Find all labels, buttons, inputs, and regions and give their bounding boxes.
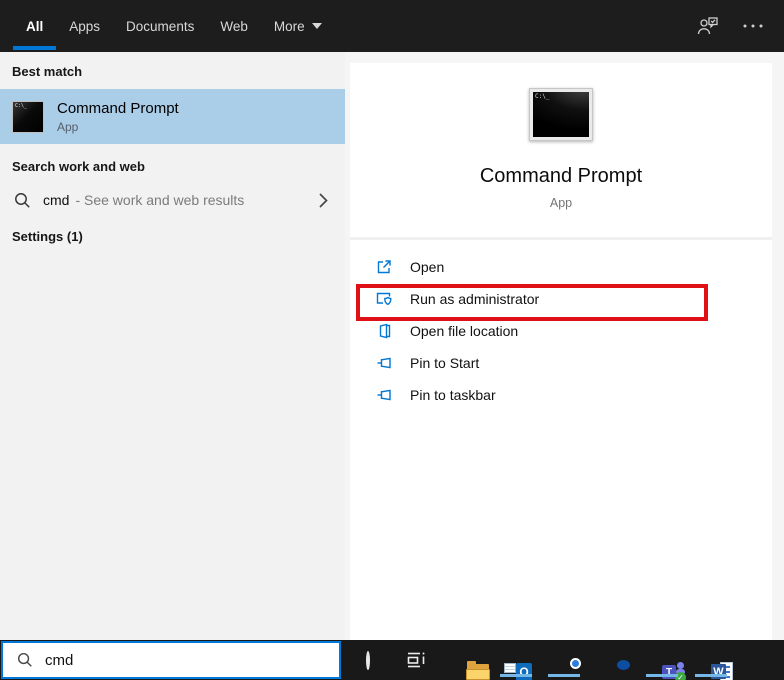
action-label: Open file location xyxy=(410,323,518,339)
cmd-prompt-glyph: C:\_ xyxy=(535,94,549,100)
teams-icon[interactable]: T xyxy=(650,648,674,672)
action-pin-to-taskbar[interactable]: Pin to taskbar xyxy=(350,379,772,411)
action-open[interactable]: Open xyxy=(350,251,772,283)
result-title: Command Prompt xyxy=(57,100,179,117)
command-prompt-icon: C:\_ xyxy=(12,101,44,133)
app-title: Command Prompt xyxy=(350,165,772,188)
outlook-icon[interactable]: O xyxy=(504,648,528,672)
action-list: Open Run as administrator xyxy=(350,251,772,411)
tab-more-label: More xyxy=(274,19,305,34)
tab-documents-label: Documents xyxy=(126,19,194,34)
taskbar-search-box[interactable] xyxy=(1,641,341,679)
search-filter-bar: All Apps Documents Web More xyxy=(0,0,784,52)
tab-more[interactable]: More xyxy=(274,0,322,52)
action-label: Open xyxy=(410,259,444,275)
chevron-right-icon[interactable] xyxy=(318,192,329,209)
tab-apps[interactable]: Apps xyxy=(69,0,100,52)
action-label: Run as administrator xyxy=(410,291,539,307)
best-match-result[interactable]: C:\_ Command Prompt App xyxy=(0,89,345,144)
app-type: App xyxy=(350,196,772,210)
word-icon[interactable]: W xyxy=(699,648,723,672)
search-web-header: Search work and web xyxy=(0,158,345,176)
action-open-file-location[interactable]: Open file location xyxy=(350,315,772,347)
action-label: Pin to Start xyxy=(410,355,479,371)
chevron-down-icon xyxy=(312,23,322,29)
admin-shield-icon xyxy=(375,290,393,308)
suggestion-query: cmd xyxy=(43,192,69,208)
action-pin-to-start[interactable]: Pin to Start xyxy=(350,347,772,379)
command-prompt-icon-large: C:\_ xyxy=(529,88,593,141)
cortana-icon[interactable] xyxy=(356,648,380,672)
suggestion-suffix: - See work and web results xyxy=(75,192,244,208)
best-match-header: Best match xyxy=(0,52,345,81)
search-results-panel: Best match C:\_ Command Prompt App Searc… xyxy=(0,52,345,641)
open-window-icon xyxy=(375,258,393,276)
cmd-prompt-glyph: C:\_ xyxy=(15,104,27,109)
preview-card: C:\_ Command Prompt App Open xyxy=(350,63,772,640)
chrome-icon[interactable] xyxy=(552,648,576,672)
filter-tabs: All Apps Documents Web More xyxy=(26,0,322,52)
file-location-icon xyxy=(375,322,393,340)
tab-apps-label: Apps xyxy=(69,19,100,34)
search-icon xyxy=(14,192,31,209)
file-explorer-icon[interactable] xyxy=(454,648,478,672)
result-type: App xyxy=(57,120,179,134)
task-view-icon[interactable] xyxy=(404,648,428,672)
search-icon xyxy=(17,652,33,668)
settings-header: Settings (1) xyxy=(0,228,345,246)
tab-web-label: Web xyxy=(220,19,248,34)
divider xyxy=(350,237,772,240)
edge-icon[interactable] xyxy=(601,648,625,672)
pin-icon xyxy=(375,386,393,404)
preview-pane: C:\_ Command Prompt App Open xyxy=(345,52,784,640)
feedback-icon[interactable] xyxy=(696,14,720,38)
pin-icon xyxy=(375,354,393,372)
action-run-as-admin[interactable]: Run as administrator xyxy=(350,283,772,315)
tab-all-label: All xyxy=(26,19,43,34)
tab-documents[interactable]: Documents xyxy=(126,0,194,52)
windows-search-flyout: All Apps Documents Web More xyxy=(0,0,784,680)
taskbar-search-input[interactable] xyxy=(45,652,295,669)
action-label: Pin to taskbar xyxy=(410,387,496,403)
tab-web[interactable]: Web xyxy=(220,0,248,52)
web-search-suggestion[interactable]: cmd - See work and web results xyxy=(0,181,345,219)
best-match-text: Command Prompt App xyxy=(57,100,179,134)
topbar-actions xyxy=(696,0,764,52)
tab-all[interactable]: All xyxy=(26,0,43,52)
more-options-icon[interactable] xyxy=(742,23,764,29)
